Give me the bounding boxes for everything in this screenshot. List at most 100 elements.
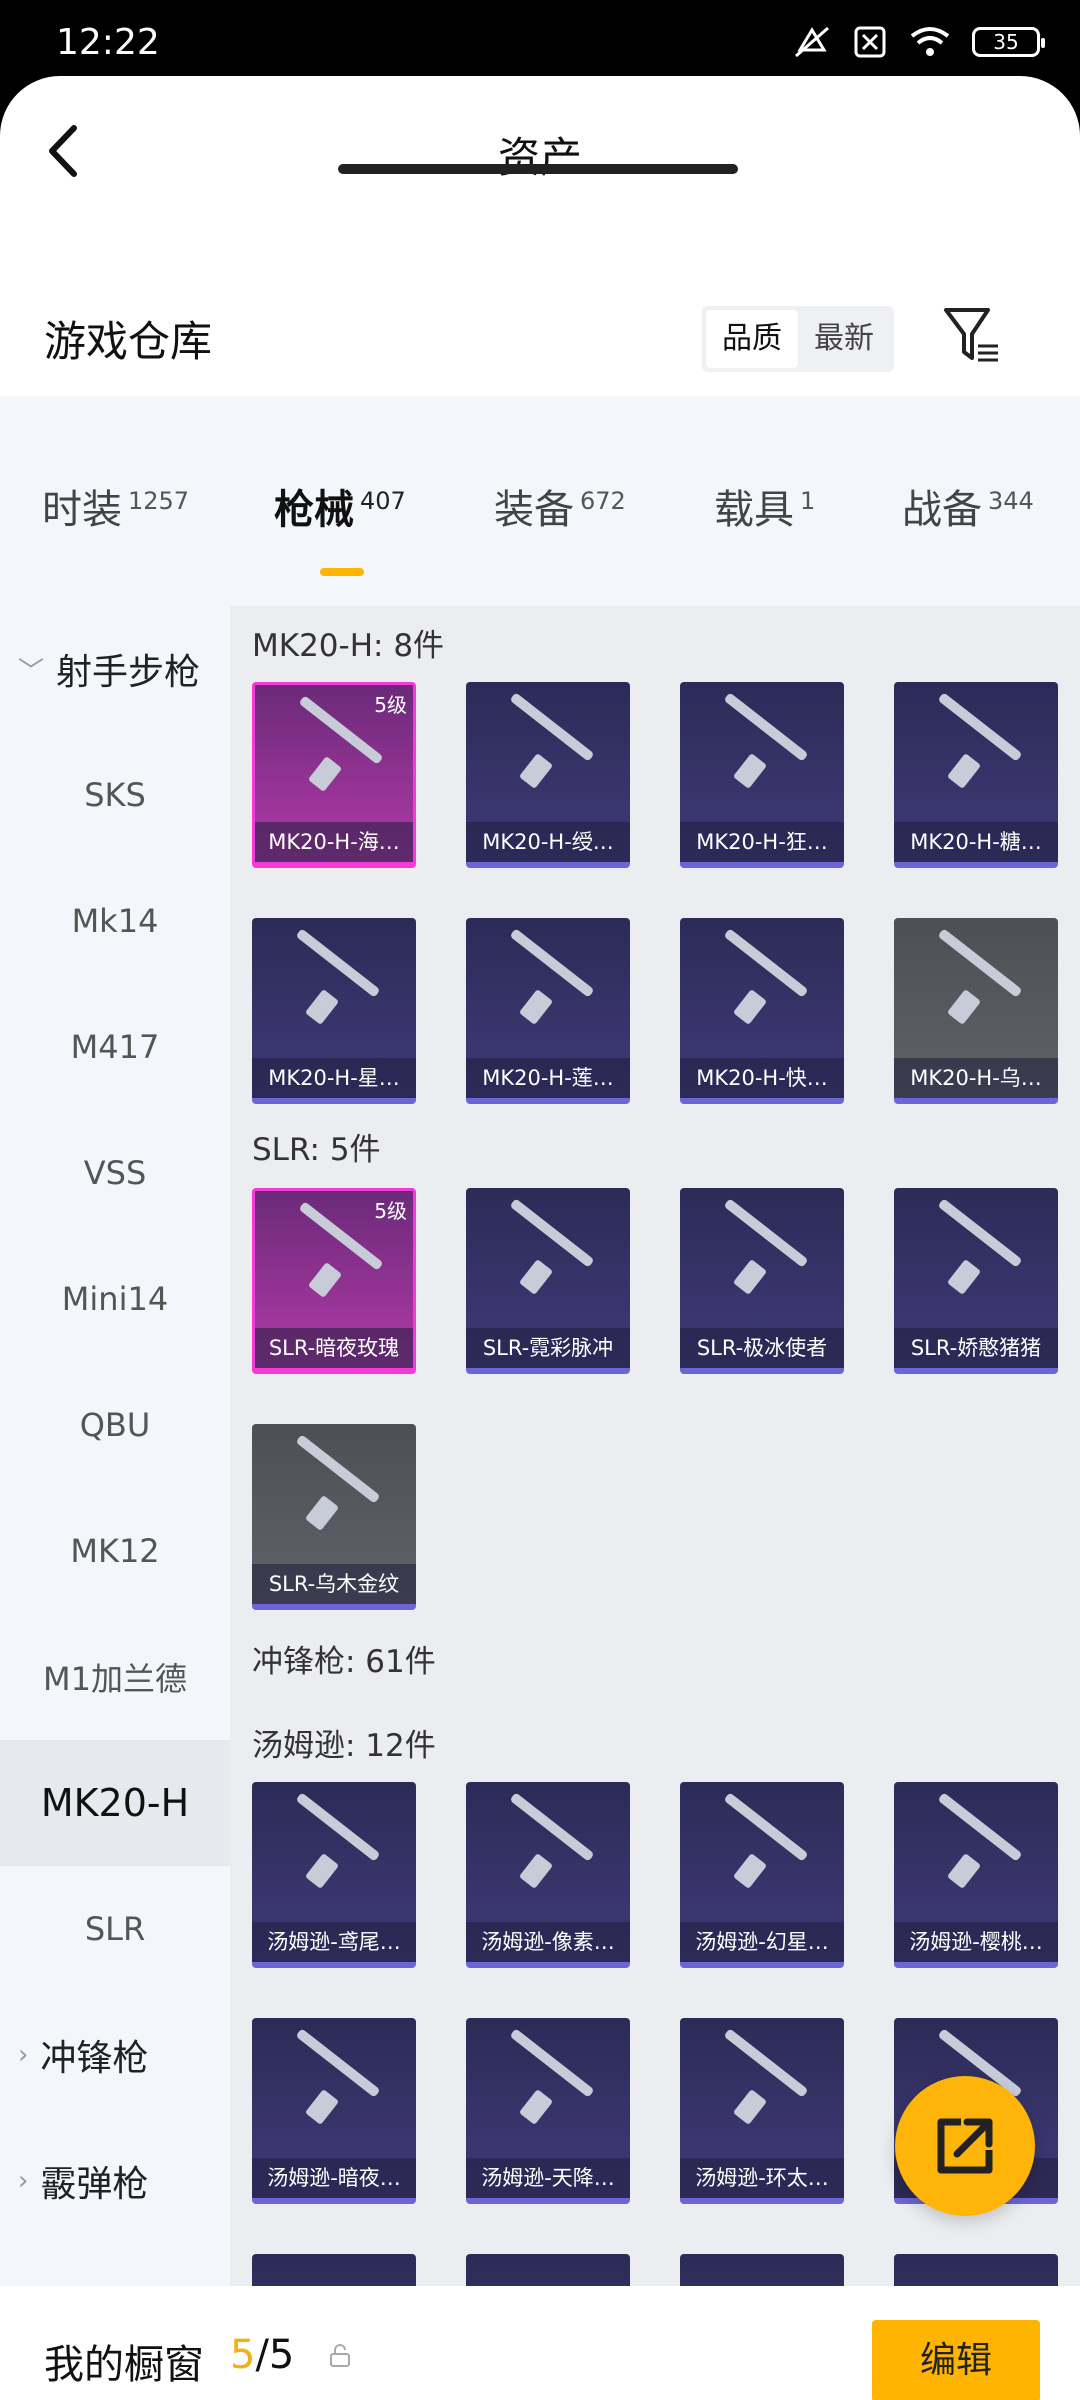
rifle-grip	[732, 989, 768, 1025]
sidebar-item-m417[interactable]: M417	[0, 984, 230, 1110]
sidebar-group-marksman[interactable]: ﹀ 射手步枪	[0, 606, 230, 732]
group-label-slr: SLR: 5件	[252, 1132, 381, 1168]
weapon-card[interactable]: 汤姆逊-像素…	[466, 1782, 630, 1968]
page-title: 资产	[497, 133, 582, 182]
sidebar-group-shotgun[interactable]: › 霰弹枪	[0, 2118, 230, 2244]
sidebar-item-mk12[interactable]: MK12	[0, 1488, 230, 1614]
rifle-grip	[304, 1853, 340, 1889]
rifle-icon	[937, 1198, 1023, 1268]
weapon-card[interactable]: 汤姆逊-鸢尾…	[252, 1782, 416, 1968]
weapon-card[interactable]	[466, 2254, 630, 2286]
rifle-icon	[509, 2028, 595, 2098]
tab-fashion[interactable]: 时装 1257	[42, 477, 189, 535]
weapon-name: 汤姆逊-像素…	[466, 1922, 630, 1962]
rifle-icon	[295, 1434, 381, 1504]
battery-icon: 35	[972, 27, 1045, 57]
level-badge: 5级	[374, 693, 407, 717]
weapon-name: 汤姆逊-幻星…	[680, 1922, 844, 1962]
sidebar-item-mk14[interactable]: Mk14	[0, 858, 230, 984]
rifle-icon	[509, 1792, 595, 1862]
weapon-card[interactable]: MK20-H-乌…	[894, 918, 1058, 1104]
tab-supplies[interactable]: 战备 344	[902, 477, 1034, 535]
weapon-card[interactable]: MK20-H-星…	[252, 918, 416, 1104]
tab-indicator	[320, 568, 364, 576]
sidebar-item-m1-garand[interactable]: M1加兰德	[0, 1614, 230, 1740]
rifle-grip	[946, 1853, 982, 1889]
weapon-card[interactable]: 5级 MK20-H-海…	[252, 682, 416, 868]
sidebar-item-qbu[interactable]: QBU	[0, 1362, 230, 1488]
tab-vehicles[interactable]: 载具 1	[714, 477, 815, 535]
weapon-card[interactable]: 汤姆逊-樱桃…	[894, 1782, 1058, 1968]
rifle-grip	[518, 989, 554, 1025]
tab-firearms[interactable]: 枪械 407	[274, 477, 406, 535]
weapon-name: MK20-H-乌…	[894, 1058, 1058, 1098]
share-external-icon	[937, 2118, 993, 2174]
sidebar-item-vss[interactable]: VSS	[0, 1110, 230, 1236]
chevron-down-icon: ﹀	[18, 656, 45, 687]
rifle-grip	[946, 1259, 982, 1295]
weapon-card[interactable]	[680, 2254, 844, 2286]
chevron-right-icon: ›	[18, 2040, 29, 2070]
sidebar-group-smg[interactable]: › 冲锋枪	[0, 1992, 230, 2118]
status-icons: 35	[792, 24, 1045, 60]
weapon-card[interactable]	[894, 2254, 1058, 2286]
sidebar-item-mini14[interactable]: Mini14	[0, 1236, 230, 1362]
weapon-card[interactable]: 汤姆逊-暗夜…	[252, 2018, 416, 2204]
weapon-card[interactable]: MK20-H-绶…	[466, 682, 630, 868]
tab-label: 装备	[494, 487, 574, 533]
tab-equipment[interactable]: 装备 672	[494, 477, 626, 535]
rifle-icon	[723, 1198, 809, 1268]
chevron-right-icon: ›	[18, 2166, 29, 2196]
rifle-icon	[509, 692, 595, 762]
rifle-icon	[295, 928, 381, 998]
status-bar: 12:22 35	[0, 0, 1080, 82]
rifle-icon	[723, 928, 809, 998]
rifle-icon	[298, 695, 384, 765]
weapon-name: MK20-H-糖…	[894, 822, 1058, 862]
weapon-card[interactable]: MK20-H-莲…	[466, 918, 630, 1104]
weapon-name: 汤姆逊-樱桃…	[894, 1922, 1058, 1962]
weapon-name: MK20-H-星…	[252, 1058, 416, 1098]
weapon-name: 汤姆逊-暗夜…	[252, 2158, 416, 2198]
weapon-name: MK20-H-快…	[680, 1058, 844, 1098]
weapon-card[interactable]: 5级 SLR-暗夜玫瑰	[252, 1188, 416, 1374]
weapon-name: MK20-H-海…	[255, 822, 413, 862]
rifle-grip	[518, 753, 554, 789]
weapon-card[interactable]: MK20-H-快…	[680, 918, 844, 1104]
weapon-card[interactable]: 汤姆逊-幻星…	[680, 1782, 844, 1968]
sidebar-item-sks[interactable]: SKS	[0, 732, 230, 858]
tab-label: 载具	[714, 487, 794, 533]
tab-label: 战备	[902, 487, 982, 533]
group-label-mk20h: MK20-H: 8件	[252, 628, 445, 664]
sort-latest-button[interactable]: 最新	[798, 310, 890, 368]
sort-quality-button[interactable]: 品质	[706, 310, 798, 368]
status-time: 12:22	[56, 22, 160, 63]
weapon-card[interactable]: SLR-乌木金纹	[252, 1424, 416, 1610]
weapon-card[interactable]: 汤姆逊-环太…	[680, 2018, 844, 2204]
weapon-card[interactable]	[252, 2254, 416, 2286]
tab-count: 672	[580, 486, 626, 515]
edit-button[interactable]: 编辑	[872, 2320, 1040, 2400]
wifi-icon	[910, 27, 950, 56]
weapon-name: MK20-H-绶…	[466, 822, 630, 862]
weapon-name: MK20-H-莲…	[466, 1058, 630, 1098]
weapon-name: MK20-H-狂…	[680, 822, 844, 862]
weapon-card[interactable]: SLR-霓彩脉冲	[466, 1188, 630, 1374]
rifle-icon	[723, 692, 809, 762]
weapon-card[interactable]: SLR-极冰使者	[680, 1188, 844, 1374]
sidebar-item-slr[interactable]: SLR	[0, 1866, 230, 1992]
weapon-card[interactable]: 汤姆逊-天降…	[466, 2018, 630, 2204]
filter-icon[interactable]	[942, 304, 1002, 368]
share-fab[interactable]	[895, 2076, 1035, 2216]
weapon-card[interactable]: SLR-娇憨猪猪	[894, 1188, 1058, 1374]
weapon-card[interactable]: MK20-H-狂…	[680, 682, 844, 868]
weapon-card[interactable]: MK20-H-糖…	[894, 682, 1058, 868]
weapon-name: SLR-暗夜玫瑰	[255, 1328, 413, 1368]
home-indicator	[338, 164, 738, 174]
sidebar-item-mk20h[interactable]: MK20-H	[0, 1740, 230, 1866]
rifle-grip	[518, 1259, 554, 1295]
nav-header: 资产	[0, 76, 1080, 226]
rifle-grip	[518, 2089, 554, 2125]
weapon-name: SLR-乌木金纹	[252, 1564, 416, 1604]
showcase-current: 5	[230, 2332, 256, 2378]
